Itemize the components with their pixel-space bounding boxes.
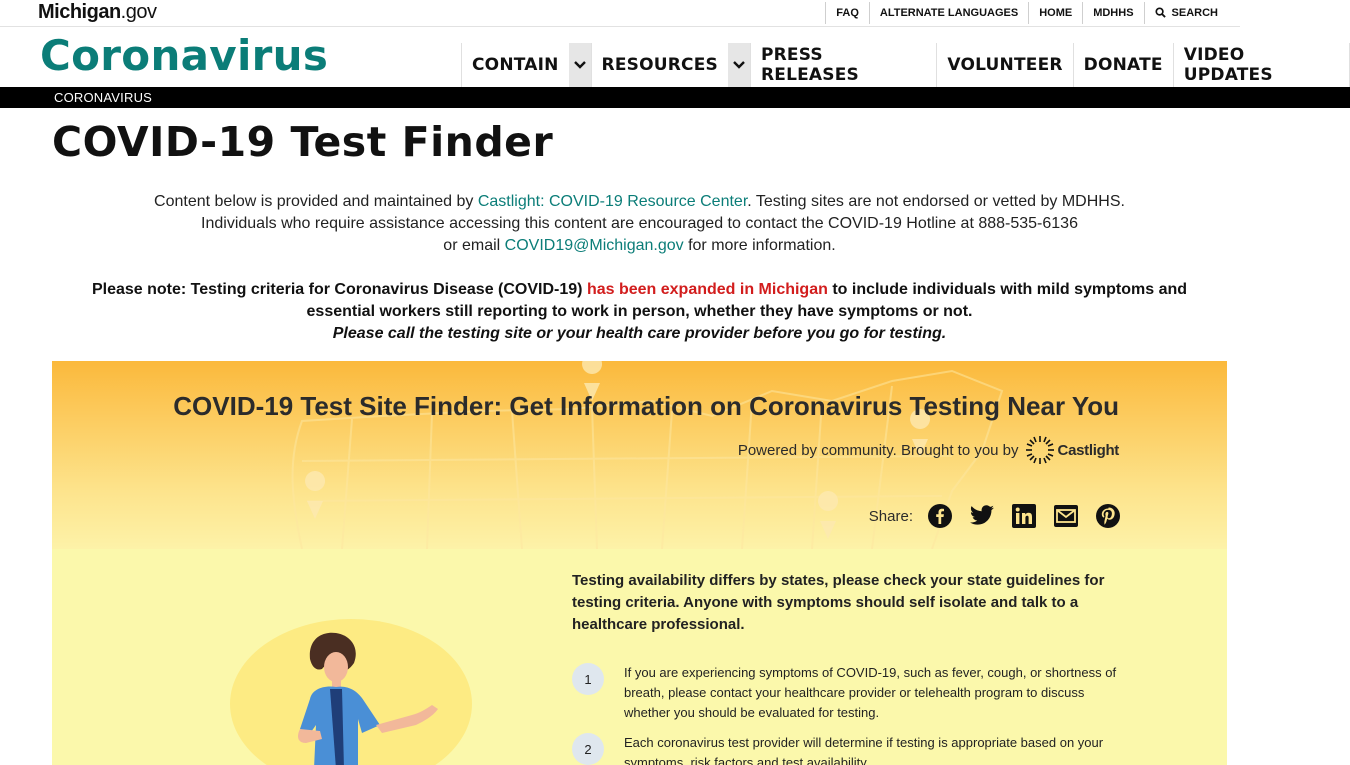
utility-nav: FAQ ALTERNATE LANGUAGES HOME MDHHS SEARC… [825, 0, 1228, 25]
note-text: Please note: Testing criteria for Corona… [91, 281, 587, 298]
faq-link[interactable]: FAQ [825, 1, 869, 24]
nav-video-updates-label[interactable]: VIDEO UPDATES [1174, 45, 1349, 85]
intro-text: Content below is provided and maintained… [52, 191, 1227, 257]
site-title[interactable]: Coronavirus [40, 31, 328, 80]
intro-text-part: . Testing sites are not endorsed or vett… [747, 193, 1125, 210]
step-number: 2 [572, 733, 604, 765]
step-text: If you are experiencing symptoms of COVI… [624, 665, 1117, 720]
widget-banner: COVID-19 Test Site Finder: Get Informati… [52, 361, 1227, 549]
castlight-logo[interactable]: Castlight [1025, 435, 1119, 465]
intro-text-part: for more information. [683, 237, 836, 254]
powered-by-text: Powered by community. Brought to you by [737, 441, 1019, 459]
nav-press-releases-label[interactable]: PRESS RELEASES [751, 45, 936, 85]
expanded-criteria-link[interactable]: has been expanded in Michigan [587, 281, 828, 298]
widget-title: COVID-19 Test Site Finder: Get Informati… [173, 391, 1119, 421]
step-text: Each coronavirus test provider will dete… [624, 735, 1104, 765]
nav-resources-label[interactable]: RESOURCES [592, 55, 728, 75]
email-link[interactable]: COVID19@Michigan.gov [505, 237, 684, 254]
main-nav: CONTAIN RESOURCES PRESS RELEASES VOLUNTE… [461, 43, 1350, 87]
site-header: Coronavirus CONTAIN RESOURCES PRESS RELE… [0, 27, 1350, 87]
breadcrumb: CORONAVIRUS [0, 87, 1350, 108]
search-link[interactable]: SEARCH [1143, 1, 1228, 24]
search-icon [1155, 7, 1166, 18]
intro-text-part: Content below is provided and maintained… [154, 193, 478, 210]
castlight-wordmark: Castlight [1057, 441, 1120, 459]
nav-volunteer-label[interactable]: VOLUNTEER [937, 55, 1072, 75]
person-illustration [298, 632, 438, 765]
linkedin-icon[interactable] [1011, 503, 1037, 529]
page-title: COVID-19 Test Finder [52, 118, 554, 166]
nav-resources[interactable]: RESOURCES [590, 43, 750, 87]
alternate-languages-link[interactable]: ALTERNATE LANGUAGES [868, 1, 1028, 24]
castlight-resource-link[interactable]: Castlight: COVID-19 Resource Center [478, 193, 747, 210]
home-link[interactable]: HOME [1028, 1, 1082, 24]
email-icon[interactable] [1053, 503, 1079, 529]
twitter-icon[interactable] [969, 503, 995, 529]
nav-donate[interactable]: DONATE [1072, 43, 1173, 87]
testing-guidance: Testing availability differs by states, … [572, 572, 1105, 633]
search-label: SEARCH [1171, 6, 1218, 19]
test-finder-widget: COVID-19 Test Site Finder: Get Informati… [52, 361, 1227, 765]
share-label: Share: [868, 507, 913, 525]
nav-volunteer[interactable]: VOLUNTEER [936, 43, 1072, 87]
breadcrumb-item[interactable]: CORONAVIRUS [54, 90, 152, 105]
step-number: 1 [572, 663, 604, 695]
note-italic: Please call the testing site or your hea… [332, 325, 947, 342]
powered-by: Powered by community. Brought to you by … [738, 435, 1119, 465]
nav-press-releases[interactable]: PRESS RELEASES [749, 43, 936, 87]
chevron-down-icon[interactable] [568, 43, 591, 87]
testing-note: Please note: Testing criteria for Corona… [52, 279, 1227, 345]
utility-bar: Michigan.gov FAQ ALTERNATE LANGUAGES HOM… [0, 0, 1240, 27]
facebook-icon[interactable] [927, 503, 953, 529]
mdhhs-link[interactable]: MDHHS [1082, 1, 1143, 24]
step-item: 2 Each coronavirus test provider will de… [572, 733, 1132, 765]
intro-text-part: or email [443, 237, 505, 254]
info-panel: Testing availability differs by states, … [52, 549, 1227, 765]
nav-contain[interactable]: CONTAIN [461, 43, 591, 87]
share-bar: Share: [869, 503, 1121, 529]
nav-contain-label[interactable]: CONTAIN [462, 55, 569, 75]
nav-donate-label[interactable]: DONATE [1074, 55, 1173, 75]
step-item: 1 If you are experiencing symptoms of CO… [572, 663, 1132, 723]
pinterest-icon[interactable] [1095, 503, 1121, 529]
chevron-down-icon[interactable] [727, 43, 750, 87]
nav-video-updates[interactable]: VIDEO UPDATES [1172, 43, 1350, 87]
michigan-gov-logo[interactable]: Michigan.gov [38, 0, 157, 24]
hotline-text: Individuals who require assistance acces… [201, 215, 1078, 232]
castlight-sunburst-icon [1025, 436, 1054, 464]
